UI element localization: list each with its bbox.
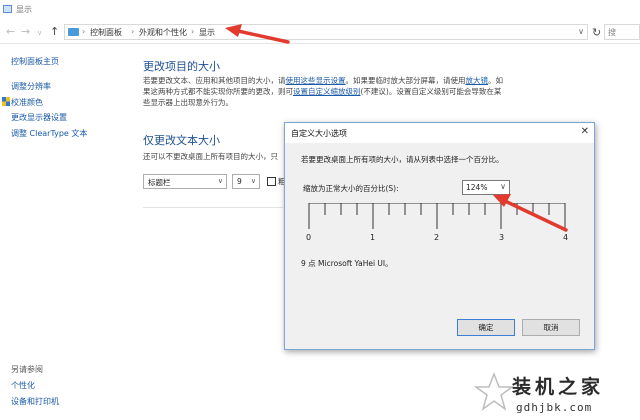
- scale-percent-combobox[interactable]: 124% ∨: [462, 180, 510, 195]
- description-line-3: 些显示器上出现意外行为。: [143, 98, 233, 107]
- display-app-icon: [3, 5, 12, 13]
- address-dropdown-icon[interactable]: ∨: [578, 27, 584, 36]
- watermark-name: 装机之家: [512, 376, 605, 398]
- control-panel-icon: [68, 28, 79, 36]
- custom-size-dialog: 自定义大小选项 ✕ 若要更改桌面上所有项的大小，请从列表中选择一个百分比。 缩放…: [284, 122, 595, 350]
- ruler-label-2: 2: [434, 233, 440, 242]
- breadcrumb-appearance[interactable]: 外观和个性化: [139, 27, 187, 38]
- font-size-select[interactable]: 9 ∨: [232, 174, 260, 189]
- address-bar[interactable]: › 控制面板 › 外观和个性化 › 显示 ∨: [64, 24, 588, 40]
- navigation-bar: ← → ∨ ↑ › 控制面板 › 外观和个性化 › 显示 ∨ ↻ 搜: [0, 20, 640, 44]
- cancel-button[interactable]: 取消: [522, 319, 580, 336]
- sidebar-item-control-panel-home[interactable]: 控制面板主页: [11, 56, 59, 67]
- chevron-down-icon: ∨: [250, 177, 256, 185]
- bold-checkbox[interactable]: [267, 177, 276, 186]
- ok-button[interactable]: 确定: [457, 319, 515, 336]
- sidebar-item-adjust-cleartype[interactable]: 调整 ClearType 文本: [11, 128, 87, 139]
- recent-locations-icon[interactable]: ∨: [37, 28, 42, 39]
- description-text: (不建议)。设置自定义级别可能会导致在某: [360, 87, 502, 96]
- custom-scaling-link[interactable]: 设置自定义缩放级别: [293, 87, 361, 96]
- description-text: 。如: [488, 76, 503, 85]
- description-text: 果这两种方式都不能实现你所要的更改，则可: [143, 87, 293, 96]
- back-arrow-icon[interactable]: ←: [6, 26, 15, 37]
- scale-percent-value: 124%: [466, 183, 488, 192]
- item-select[interactable]: 标题栏 ∨: [143, 174, 227, 189]
- chevron-down-icon: ∨: [217, 177, 223, 185]
- description-text: 。如果要临时放大部分屏幕，请使用: [345, 76, 466, 85]
- search-placeholder: 搜: [608, 28, 616, 37]
- font-size-value: 9: [237, 177, 242, 186]
- up-arrow-icon[interactable]: ↑: [50, 26, 59, 37]
- forward-arrow-icon[interactable]: →: [21, 26, 30, 37]
- dialog-instruction: 若要更改桌面上所有项的大小，请从列表中选择一个百分比。: [301, 155, 504, 164]
- dialog-title: 自定义大小选项: [291, 129, 347, 138]
- text-only-description: 还可以不更改桌面上所有项目的大小，只: [143, 152, 278, 161]
- ruler-label-4: 4: [563, 233, 569, 242]
- breadcrumb-separator-icon[interactable]: ›: [191, 27, 194, 36]
- shield-icon: [2, 97, 10, 106]
- description-line-2: 果这两种方式都不能实现你所要的更改，则可设置自定义缩放级别(不建议)。设置自定义…: [143, 86, 553, 97]
- sidebar-item-adjust-resolution[interactable]: 调整分辨率: [11, 81, 51, 92]
- dialog-title-bar: 自定义大小选项 ✕: [285, 123, 594, 143]
- watermark-url: gdhjbk.com: [516, 401, 593, 414]
- scale-ruler[interactable]: 0 1 2 3 4: [299, 203, 573, 245]
- watermark-logo: 装机之家 gdhjbk.com: [470, 368, 640, 420]
- ruler-label-1: 1: [370, 233, 376, 242]
- sidebar-link-personalization[interactable]: 个性化: [11, 380, 35, 391]
- scale-percent-label: 缩放为正常大小的百分比(S):: [303, 184, 399, 193]
- refresh-icon[interactable]: ↻: [592, 26, 601, 39]
- item-select-value: 标题栏: [148, 178, 171, 187]
- font-sample-text: 9 点 Microsoft YaHei UI。: [301, 259, 393, 268]
- window-title: 显示: [16, 5, 32, 14]
- ok-button-label: 确定: [478, 323, 494, 332]
- see-also-heading: 另请参阅: [11, 365, 43, 374]
- magnifier-link[interactable]: 放大镜: [466, 76, 489, 85]
- section-divider: [143, 207, 283, 208]
- breadcrumb-separator-icon[interactable]: ›: [82, 27, 85, 36]
- cancel-button-label: 取消: [543, 323, 559, 332]
- close-icon[interactable]: ✕: [581, 126, 589, 137]
- text-only-heading: 仅更改文本大小: [143, 134, 220, 147]
- sidebar-item-change-display-settings[interactable]: 更改显示器设置: [11, 112, 67, 123]
- page-heading: 更改项目的大小: [143, 60, 220, 73]
- ruler-label-3: 3: [499, 233, 505, 242]
- description-text: 若要更改文本、应用和其他项目的大小，请: [143, 76, 286, 85]
- breadcrumb-display[interactable]: 显示: [199, 27, 215, 38]
- breadcrumb-separator-icon[interactable]: ›: [131, 27, 134, 36]
- search-input[interactable]: 搜: [604, 24, 640, 40]
- sidebar-link-devices-printers[interactable]: 设备和打印机: [11, 396, 59, 407]
- chevron-down-icon: ∨: [500, 182, 506, 191]
- star-icon: [474, 372, 514, 411]
- description-line-1: 若要更改文本、应用和其他项目的大小，请使用这些显示设置。如果要临时放大部分屏幕，…: [143, 75, 553, 86]
- breadcrumb-control-panel[interactable]: 控制面板: [90, 27, 122, 38]
- ruler-label-0: 0: [306, 233, 312, 242]
- window-title-bar: 显示: [0, 0, 640, 20]
- display-settings-link[interactable]: 使用这些显示设置: [286, 76, 346, 85]
- sidebar-item-calibrate-color[interactable]: 校准颜色: [11, 97, 43, 108]
